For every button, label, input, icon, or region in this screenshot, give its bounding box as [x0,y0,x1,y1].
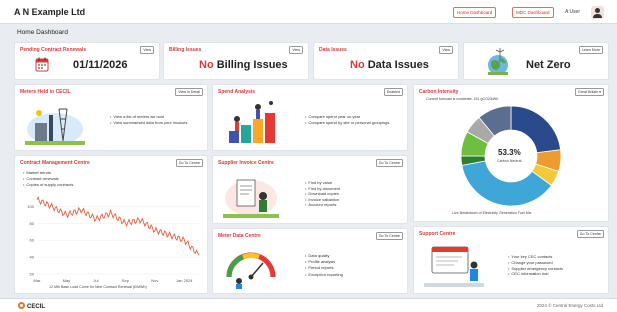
carbon-neutral-value: 53.3% [498,148,521,157]
carbon-intensity-card: Carbon Intensity Great Britain ▾ Current… [413,84,609,222]
support-feature-list: Your key CEC contacts Change your passwo… [508,254,608,277]
go-to-centre-button[interactable]: Go To Centre [375,232,403,240]
card-title: Meter Data Centre [218,233,261,239]
card-title: Meters Held in CECIL [20,89,71,95]
data-status: No Data Issues [350,59,429,71]
card-title: Billing Issues [169,47,202,53]
renewal-date: 01/11/2026 [73,59,128,71]
base-load-line-chart: 100 80 60 40 20Mar May Jul Sep Nov Jan 2024 [27,196,200,283]
line-chart-caption: 12 Mth Base Load Curve for Next Contract… [49,285,147,289]
fuel-mix-caption: Live Breakdown of Electricity Generation… [452,211,532,215]
region-select[interactable]: Great Britain ▾ [575,88,604,96]
spend-feature-list: Compare spend year on year Compare spend… [305,114,405,126]
mdc-dashboard-button[interactable]: MDC Dashboard [512,7,554,18]
go-to-centre-button[interactable]: Go To Centre [576,230,604,238]
y-tick-label: 40 [30,255,35,260]
view-button[interactable]: View [140,46,154,54]
card-title: Carbon Intensity [419,89,459,95]
contract-centre-card: Contract Management Centre Go To Centre … [14,155,208,294]
list-item: Copies of supply contracts [23,182,143,188]
contract-feature-list: Market trends Contract renewals Copies o… [23,170,143,189]
supplier-feature-list: Find by value Find by document Download … [305,180,405,208]
y-tick-label: 60 [30,238,35,243]
company-name: A N Example Ltd [14,7,86,17]
user-name: A User [565,9,581,15]
card-title: Pending Contract Renewals [20,47,87,53]
series-line [36,196,200,256]
y-tick-label: 20 [30,272,35,277]
power-station-illustration [25,108,85,145]
go-to-centre-button[interactable]: Go To Centre [375,159,403,167]
x-tick-label: Jan 2024 [176,278,193,283]
user-avatar-icon[interactable] [591,6,604,19]
enabled-button[interactable]: Enabled [383,88,403,96]
footer-logo-text: CECIL [27,304,45,310]
x-tick-label: Jul [93,278,98,283]
x-tick-label: Mar [34,278,42,283]
top-bar: A N Example Ltd Home Dashboard MDC Dashb… [0,0,617,24]
status-text: Billing Issues [216,59,288,71]
meter-data-feature-list: Data quality Profile analysis Period rep… [305,253,405,278]
list-item: CEC information hub [508,271,608,277]
status-prefix: No [199,59,214,71]
y-tick-label: 80 [30,221,35,226]
home-dashboard-button[interactable]: Home Dashboard [453,7,497,18]
list-item: Compare spend by site or personal groupi… [305,120,405,126]
view-in-detail-button[interactable]: View in Detail [175,88,203,96]
meter-data-card: Meter Data Centre Go To Centre Data qual… [212,228,408,294]
card-title: Data Issues [319,47,347,53]
billing-issues-card: Billing Issues View No Billing Issues [163,42,309,80]
support-illustration [424,246,484,287]
x-tick-label: Sep [122,278,130,283]
pie-slice [510,105,562,154]
team-growth-illustration [229,101,275,143]
meters-held-card: Meters Held in CECIL View in Detail View… [14,84,208,151]
footer-logo: CECIL [18,302,45,310]
view-button[interactable]: View [289,46,303,54]
copyright: 2024 © Central Energy Costs Ltd [536,303,603,308]
card-title: Spend Analysis [218,89,256,95]
gauge-illustration [226,252,276,289]
card-title: Support Centre [419,231,456,237]
card-title: Supplier Invoice Centre [218,160,274,166]
net-zero-card: Learn More Net Zero [463,42,609,80]
globe-wind-turbine-icon [488,48,508,75]
calendar-icon [35,57,49,72]
region-select-label: Great Britain [578,90,599,94]
billing-status: No Billing Issues [199,59,288,71]
list-item: Account reports [305,202,405,208]
footer: CECIL 2024 © Central Energy Costs Ltd [0,298,617,312]
invoice-illustration [223,179,279,218]
y-tick-label: 100 [27,204,34,209]
supplier-invoice-card: Supplier Invoice Centre Go To Centre Fin… [212,155,408,224]
cecil-logo-icon [18,302,25,309]
carbon-forecast: Current forecast is moderate: 151 gCO2/k… [426,97,499,101]
list-item: Exception reporting [305,272,405,278]
x-tick-label: Nov [151,278,158,283]
learn-more-button[interactable]: Learn More [578,46,603,54]
view-button[interactable]: View [439,46,453,54]
status-prefix: No [350,59,365,71]
data-issues-card: Data Issues View No Data Issues [313,42,459,80]
net-zero-label: Net Zero [526,59,571,71]
list-item: View summarised data from your invoices [110,120,205,126]
meters-feature-list: View a list of meters we hold View summa… [110,114,205,126]
breadcrumb: Home Dashboard [17,29,68,36]
go-to-centre-button[interactable]: Go To Centre [175,159,203,167]
status-text: Data Issues [367,59,429,71]
pending-renewals-card: Pending Contract Renewals View 01/11/202… [14,42,160,80]
x-tick-label: May [63,278,71,283]
card-title: Contract Management Centre [20,160,90,166]
spend-analysis-card: Spend Analysis Enabled Compare spend yea… [212,84,408,151]
support-centre-card: Support Centre Go To Centre Your key CEC… [413,226,609,294]
carbon-neutral-label: Carbon Neutral [497,159,522,163]
